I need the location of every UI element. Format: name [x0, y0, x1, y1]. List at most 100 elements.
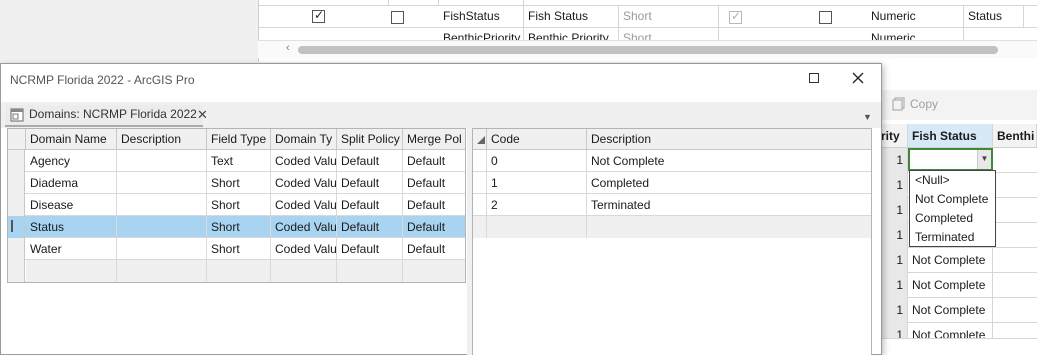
fish-status-cell[interactable]: Not Complete	[908, 323, 993, 338]
coded-value-row[interactable]: 1 Completed	[473, 172, 871, 194]
priority-cell[interactable]: 1	[880, 248, 908, 273]
split-policy-cell[interactable]: Default	[337, 150, 403, 172]
coded-value-row[interactable]: 0 Not Complete	[473, 150, 871, 172]
priority-cell[interactable]: 1	[880, 148, 908, 173]
domain-row-status[interactable]: Status Short Coded Valu Default Default	[8, 216, 465, 238]
priority-cell[interactable]: 1	[880, 298, 908, 323]
field-type-cell[interactable]: Short	[207, 172, 271, 194]
table-row[interactable]: 1 Not Complete	[880, 273, 1037, 298]
merge-policy-cell[interactable]: Default	[403, 216, 465, 238]
domain-name-cell[interactable]: Agency	[26, 150, 117, 172]
domain-name-cell[interactable]: Status	[26, 216, 117, 238]
code-cell[interactable]: 1	[487, 172, 587, 194]
domain-type-cell[interactable]: Coded Valu	[271, 238, 337, 260]
highlight-checkbox[interactable]	[819, 11, 832, 24]
domain-name-cell[interactable]: Diadema	[26, 172, 117, 194]
table-row[interactable]: 1 Not Complete	[880, 298, 1037, 323]
description-cell[interactable]	[117, 260, 207, 282]
row-header[interactable]	[473, 194, 487, 216]
description-cell[interactable]	[117, 216, 207, 238]
merge-policy-cell[interactable]: Default	[403, 238, 465, 260]
field-alias-cell[interactable]: Fish Status	[524, 6, 619, 28]
chevron-down-icon[interactable]: ▼	[863, 112, 872, 122]
new-coded-value-row[interactable]	[473, 216, 871, 238]
column-header-domain-type[interactable]: Domain Ty	[271, 129, 337, 150]
scroll-left-icon[interactable]: ‹	[286, 42, 290, 54]
coded-value-row[interactable]: 2 Terminated	[473, 194, 871, 216]
fish-status-cell[interactable]: Not Complete	[908, 273, 993, 298]
dropdown-option-null[interactable]: <Null>	[910, 171, 995, 190]
description-cell[interactable]	[117, 194, 207, 216]
priority-cell[interactable]: 1	[880, 323, 908, 338]
code-description-cell[interactable]: Not Complete	[587, 150, 871, 172]
split-policy-cell[interactable]	[337, 260, 403, 282]
code-cell[interactable]: 0	[487, 150, 587, 172]
column-header-description[interactable]: Description	[117, 129, 207, 150]
merge-policy-cell[interactable]: Default	[403, 150, 465, 172]
new-domain-row[interactable]	[8, 260, 465, 282]
domain-type-cell[interactable]: Coded Valu	[271, 216, 337, 238]
domain-cell[interactable]: Status	[964, 6, 1024, 28]
row-header[interactable]	[8, 216, 25, 238]
column-header-benthic[interactable]: Benthi	[993, 124, 1037, 148]
merge-policy-cell[interactable]: Default	[403, 194, 465, 216]
field-type-cell[interactable]: Text	[207, 150, 271, 172]
domain-row-diadema[interactable]: Diadema Short Coded Valu Default Default	[8, 172, 465, 194]
domain-type-cell[interactable]	[271, 260, 337, 282]
code-cell[interactable]: 2	[487, 194, 587, 216]
table-row-fishstatus[interactable]: FishStatus Fish Status Short Numeric Sta…	[259, 6, 1037, 28]
merge-policy-cell[interactable]	[403, 260, 465, 282]
number-format-cell[interactable]: Numeric	[867, 6, 964, 28]
row-header[interactable]	[8, 150, 25, 172]
domain-row-water[interactable]: Water Short Coded Valu Default Default	[8, 238, 465, 260]
domain-row-disease[interactable]: Disease Short Coded Valu Default Default	[8, 194, 465, 216]
row-header[interactable]	[473, 150, 487, 172]
row-header[interactable]	[8, 194, 25, 216]
column-header-field-type[interactable]: Field Type	[207, 129, 271, 150]
tab-domains[interactable]: Domains: NCRMP Florida 2022	[5, 105, 203, 127]
domain-row-agency[interactable]: Agency Text Coded Valu Default Default	[8, 150, 465, 172]
description-cell[interactable]	[117, 172, 207, 194]
domain-name-cell[interactable]	[26, 260, 117, 282]
field-type-cell[interactable]: Short	[207, 238, 271, 260]
fish-status-dropdown-list[interactable]: <Null> Not Complete Completed Terminated	[909, 170, 996, 247]
column-header-fish-status[interactable]: Fish Status	[908, 124, 993, 148]
dropdown-option-not-complete[interactable]: Not Complete	[910, 190, 995, 209]
priority-cell[interactable]: 1	[880, 173, 908, 198]
priority-cell[interactable]: 1	[880, 273, 908, 298]
dropdown-option-completed[interactable]: Completed	[910, 209, 995, 228]
horizontal-scrollbar[interactable]: ‹	[258, 40, 1037, 58]
readonly-checkbox[interactable]	[391, 11, 404, 24]
column-header-code[interactable]: Code	[487, 129, 587, 150]
chevron-down-icon[interactable]: ▼	[977, 150, 991, 169]
row-header[interactable]	[8, 260, 25, 282]
column-header-split-policy[interactable]: Split Policy	[337, 129, 403, 150]
row-header[interactable]	[473, 216, 487, 238]
row-header[interactable]	[473, 172, 487, 194]
field-type-cell[interactable]: Short	[207, 216, 271, 238]
dropdown-option-terminated[interactable]: Terminated	[910, 228, 995, 247]
tab-close-icon[interactable]: ✕	[197, 107, 208, 123]
fish-status-combobox[interactable]: ▼	[908, 148, 993, 171]
fish-status-cell[interactable]: Not Complete	[908, 248, 993, 273]
column-header-domain-name[interactable]: Domain Name	[26, 129, 117, 150]
column-header-priority[interactable]: rity	[880, 124, 908, 148]
split-policy-cell[interactable]: Default	[337, 216, 403, 238]
column-header-merge-policy[interactable]: Merge Pol	[403, 129, 465, 150]
domain-name-cell[interactable]: Disease	[26, 194, 117, 216]
maximize-button[interactable]	[807, 71, 821, 85]
scrollbar-thumb[interactable]	[298, 46, 998, 54]
close-icon[interactable]	[850, 70, 866, 86]
table-row[interactable]: 1 Not Complete	[880, 248, 1037, 273]
domain-name-cell[interactable]: Water	[26, 238, 117, 260]
fish-status-cell[interactable]: Not Complete	[908, 298, 993, 323]
column-header-description[interactable]: Description	[587, 129, 871, 150]
split-policy-cell[interactable]: Default	[337, 194, 403, 216]
row-header[interactable]	[8, 172, 25, 194]
code-description-cell[interactable]	[587, 216, 871, 238]
table-row[interactable]: 1 Not Complete	[880, 323, 1037, 339]
priority-cell[interactable]: 1	[880, 198, 908, 223]
domain-type-cell[interactable]: Coded Valu	[271, 194, 337, 216]
split-policy-cell[interactable]: Default	[337, 172, 403, 194]
field-type-cell[interactable]: Short	[207, 194, 271, 216]
